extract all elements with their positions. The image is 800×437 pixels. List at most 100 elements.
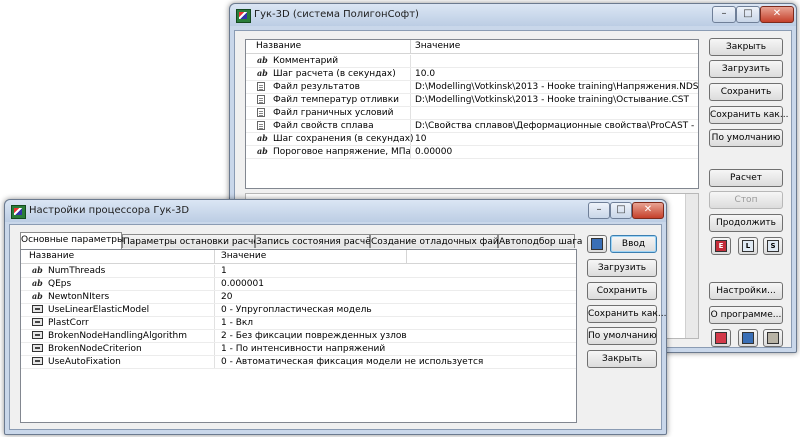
text-field-icon: ab xyxy=(32,278,43,288)
row-value[interactable]: 0 - Упругопластическая модель xyxy=(221,305,372,315)
row-value[interactable]: D:\Свойства сплавов\Деформационные свойс… xyxy=(415,121,698,131)
enum-icon xyxy=(32,318,43,326)
settings-display-button[interactable] xyxy=(587,235,607,253)
app-icon xyxy=(11,205,26,219)
row-value[interactable]: 1 - По интенсивности напряжений xyxy=(221,344,385,354)
table-row[interactable]: PlastCorr 1 - Вкл xyxy=(21,317,576,330)
text-field-icon: ab xyxy=(257,68,268,78)
defaults-button[interactable]: По умолчанию xyxy=(587,327,657,345)
chart-icon xyxy=(715,332,727,344)
report-button[interactable] xyxy=(763,329,783,347)
table-row[interactable]: BrokenNodeCriterion 1 - По интенсивности … xyxy=(21,343,576,356)
row-value[interactable]: 1 xyxy=(221,266,227,276)
table-row[interactable]: ab NumThreads 1 xyxy=(21,265,576,278)
l-output-button[interactable]: L xyxy=(738,237,758,255)
row-value[interactable]: 0.00000 xyxy=(415,147,452,157)
save-as-button[interactable]: Сохранить как... xyxy=(709,106,788,124)
s-output-button[interactable]: S xyxy=(763,237,783,255)
close-button[interactable]: Закрыть xyxy=(709,38,783,56)
load-button[interactable]: Загрузить xyxy=(587,259,657,277)
column-header-name[interactable]: Название xyxy=(256,41,301,51)
settings-window: Настройки процессора Гук-3D – □ ✕ Основн… xyxy=(4,199,667,435)
e-output-button[interactable]: E xyxy=(711,237,731,255)
row-value[interactable]: 0.000001 xyxy=(221,279,264,289)
table-row[interactable]: ab Шаг сохранения (в секундах) 10 xyxy=(246,133,698,146)
table-row[interactable]: Файл результатов D:\Modelling\Votkinsk\20… xyxy=(246,81,698,94)
about-button[interactable]: О программе... xyxy=(709,306,783,324)
main-window-title: Гук-3D (система ПолигонСофт) xyxy=(254,9,419,20)
table-row[interactable]: ab Шаг расчета (в секундах) 10.0 xyxy=(246,68,698,81)
file-icon xyxy=(257,121,265,130)
minimize-button[interactable]: – xyxy=(712,6,736,23)
table-row[interactable]: BrokenNodeHandlingAlgorithm 2 - Без фикса… xyxy=(21,330,576,343)
row-name: BrokenNodeHandlingAlgorithm xyxy=(48,331,187,341)
table-row[interactable]: ab NewtonNIters 20 xyxy=(21,291,576,304)
tab-state-recording[interactable]: Запись состояния расчёта xyxy=(255,234,382,248)
chart-button[interactable] xyxy=(711,329,731,347)
table-row[interactable]: ab Пороговое напряжение, МПа 0.00000 xyxy=(246,146,698,159)
row-value[interactable]: D:\Modelling\Votkinsk\2013 - Hooke train… xyxy=(415,82,698,92)
run-button[interactable]: Расчет xyxy=(709,169,783,187)
stop-button[interactable]: Стоп xyxy=(709,191,783,209)
row-value[interactable]: 1 - Вкл xyxy=(221,318,253,328)
settings-button[interactable]: Настройки... xyxy=(709,282,783,300)
input-button[interactable]: Ввод xyxy=(610,235,657,253)
defaults-button[interactable]: По умолчанию xyxy=(709,129,783,147)
l-output-icon: L xyxy=(742,240,754,252)
grid-header: Название Значение xyxy=(21,250,576,264)
table-row[interactable]: ab Комментарий xyxy=(246,55,698,68)
e-output-icon: E xyxy=(715,240,727,252)
table-row[interactable]: Файл граничных условий xyxy=(246,107,698,120)
minimize-button[interactable]: – xyxy=(588,202,610,219)
text-field-icon: ab xyxy=(32,265,43,275)
tab-stop-parameters[interactable]: Параметры остановки расчета xyxy=(122,234,270,248)
column-header-value[interactable]: Значение xyxy=(221,251,266,261)
table-row[interactable]: UseAutoFixation 0 - Автоматическая фиксац… xyxy=(21,356,576,369)
text-field-icon: ab xyxy=(257,133,268,143)
save-button[interactable]: Сохранить xyxy=(709,83,783,101)
close-window-button[interactable]: ✕ xyxy=(632,202,664,219)
settings-client-area: Основные параметры Параметры остановки р… xyxy=(9,224,666,430)
close-window-button[interactable]: ✕ xyxy=(760,6,794,23)
row-value[interactable]: D:\Modelling\Votkinsk\2013 - Hooke train… xyxy=(415,95,689,105)
row-value[interactable]: 0 - Автоматическая фиксация модели не ис… xyxy=(221,357,483,367)
main-properties-grid[interactable]: Название Значение ab Комментарий ab Шаг рас… xyxy=(245,39,699,189)
text-field-icon: ab xyxy=(32,291,43,301)
load-button[interactable]: Загрузить xyxy=(709,60,783,78)
table-row[interactable]: UseLinearElasticModel 0 - Упругопластичес… xyxy=(21,304,576,317)
table-row[interactable]: Файл свойств сплава D:\Свойства сплавов\Д… xyxy=(246,120,698,133)
row-name: Шаг расчета (в секундах) xyxy=(273,69,396,79)
column-header-name[interactable]: Название xyxy=(29,251,74,261)
table-row[interactable]: ab QEps 0.000001 xyxy=(21,278,576,291)
tab-auto-step[interactable]: Автоподбор шага xyxy=(498,234,582,248)
settings-titlebar[interactable]: Настройки процессора Гук-3D – □ ✕ xyxy=(5,200,666,222)
close-button[interactable]: Закрыть xyxy=(587,350,657,368)
file-icon xyxy=(257,108,265,117)
enum-icon xyxy=(32,305,43,313)
tab-debug-files[interactable]: Создание отладочных файлов xyxy=(370,234,515,248)
display-icon xyxy=(591,238,603,250)
column-header-value[interactable]: Значение xyxy=(415,41,460,51)
maximize-button[interactable]: □ xyxy=(610,202,632,219)
text-field-icon: ab xyxy=(257,55,268,65)
row-name: Пороговое напряжение, МПа xyxy=(273,147,412,157)
row-value[interactable]: 10.0 xyxy=(415,69,435,79)
grid-header: Название Значение xyxy=(246,40,698,54)
display-button[interactable] xyxy=(738,329,758,347)
row-name: QEps xyxy=(48,279,72,289)
app-icon xyxy=(236,9,251,23)
settings-grid[interactable]: Название Значение ab NumThreads 1 ab QEps 0.0… xyxy=(20,249,577,423)
continue-button[interactable]: Продолжить xyxy=(709,214,783,232)
table-row[interactable]: Файл температур отливки D:\Modelling\Votk… xyxy=(246,94,698,107)
maximize-button[interactable]: □ xyxy=(736,6,760,23)
row-value[interactable]: 10 xyxy=(415,134,426,144)
log-scrollbar[interactable] xyxy=(685,194,698,338)
text-field-icon: ab xyxy=(257,146,268,156)
main-titlebar[interactable]: Гук-3D (система ПолигонСофт) – □ ✕ xyxy=(230,4,796,26)
row-value[interactable]: 2 - Без фиксации поврежденных узлов xyxy=(221,331,407,341)
save-button[interactable]: Сохранить xyxy=(587,282,657,300)
row-name: BrokenNodeCriterion xyxy=(48,344,142,354)
save-as-button[interactable]: Сохранить как... xyxy=(587,305,666,323)
tab-main-parameters[interactable]: Основные параметры xyxy=(20,232,124,249)
row-value[interactable]: 20 xyxy=(221,292,232,302)
